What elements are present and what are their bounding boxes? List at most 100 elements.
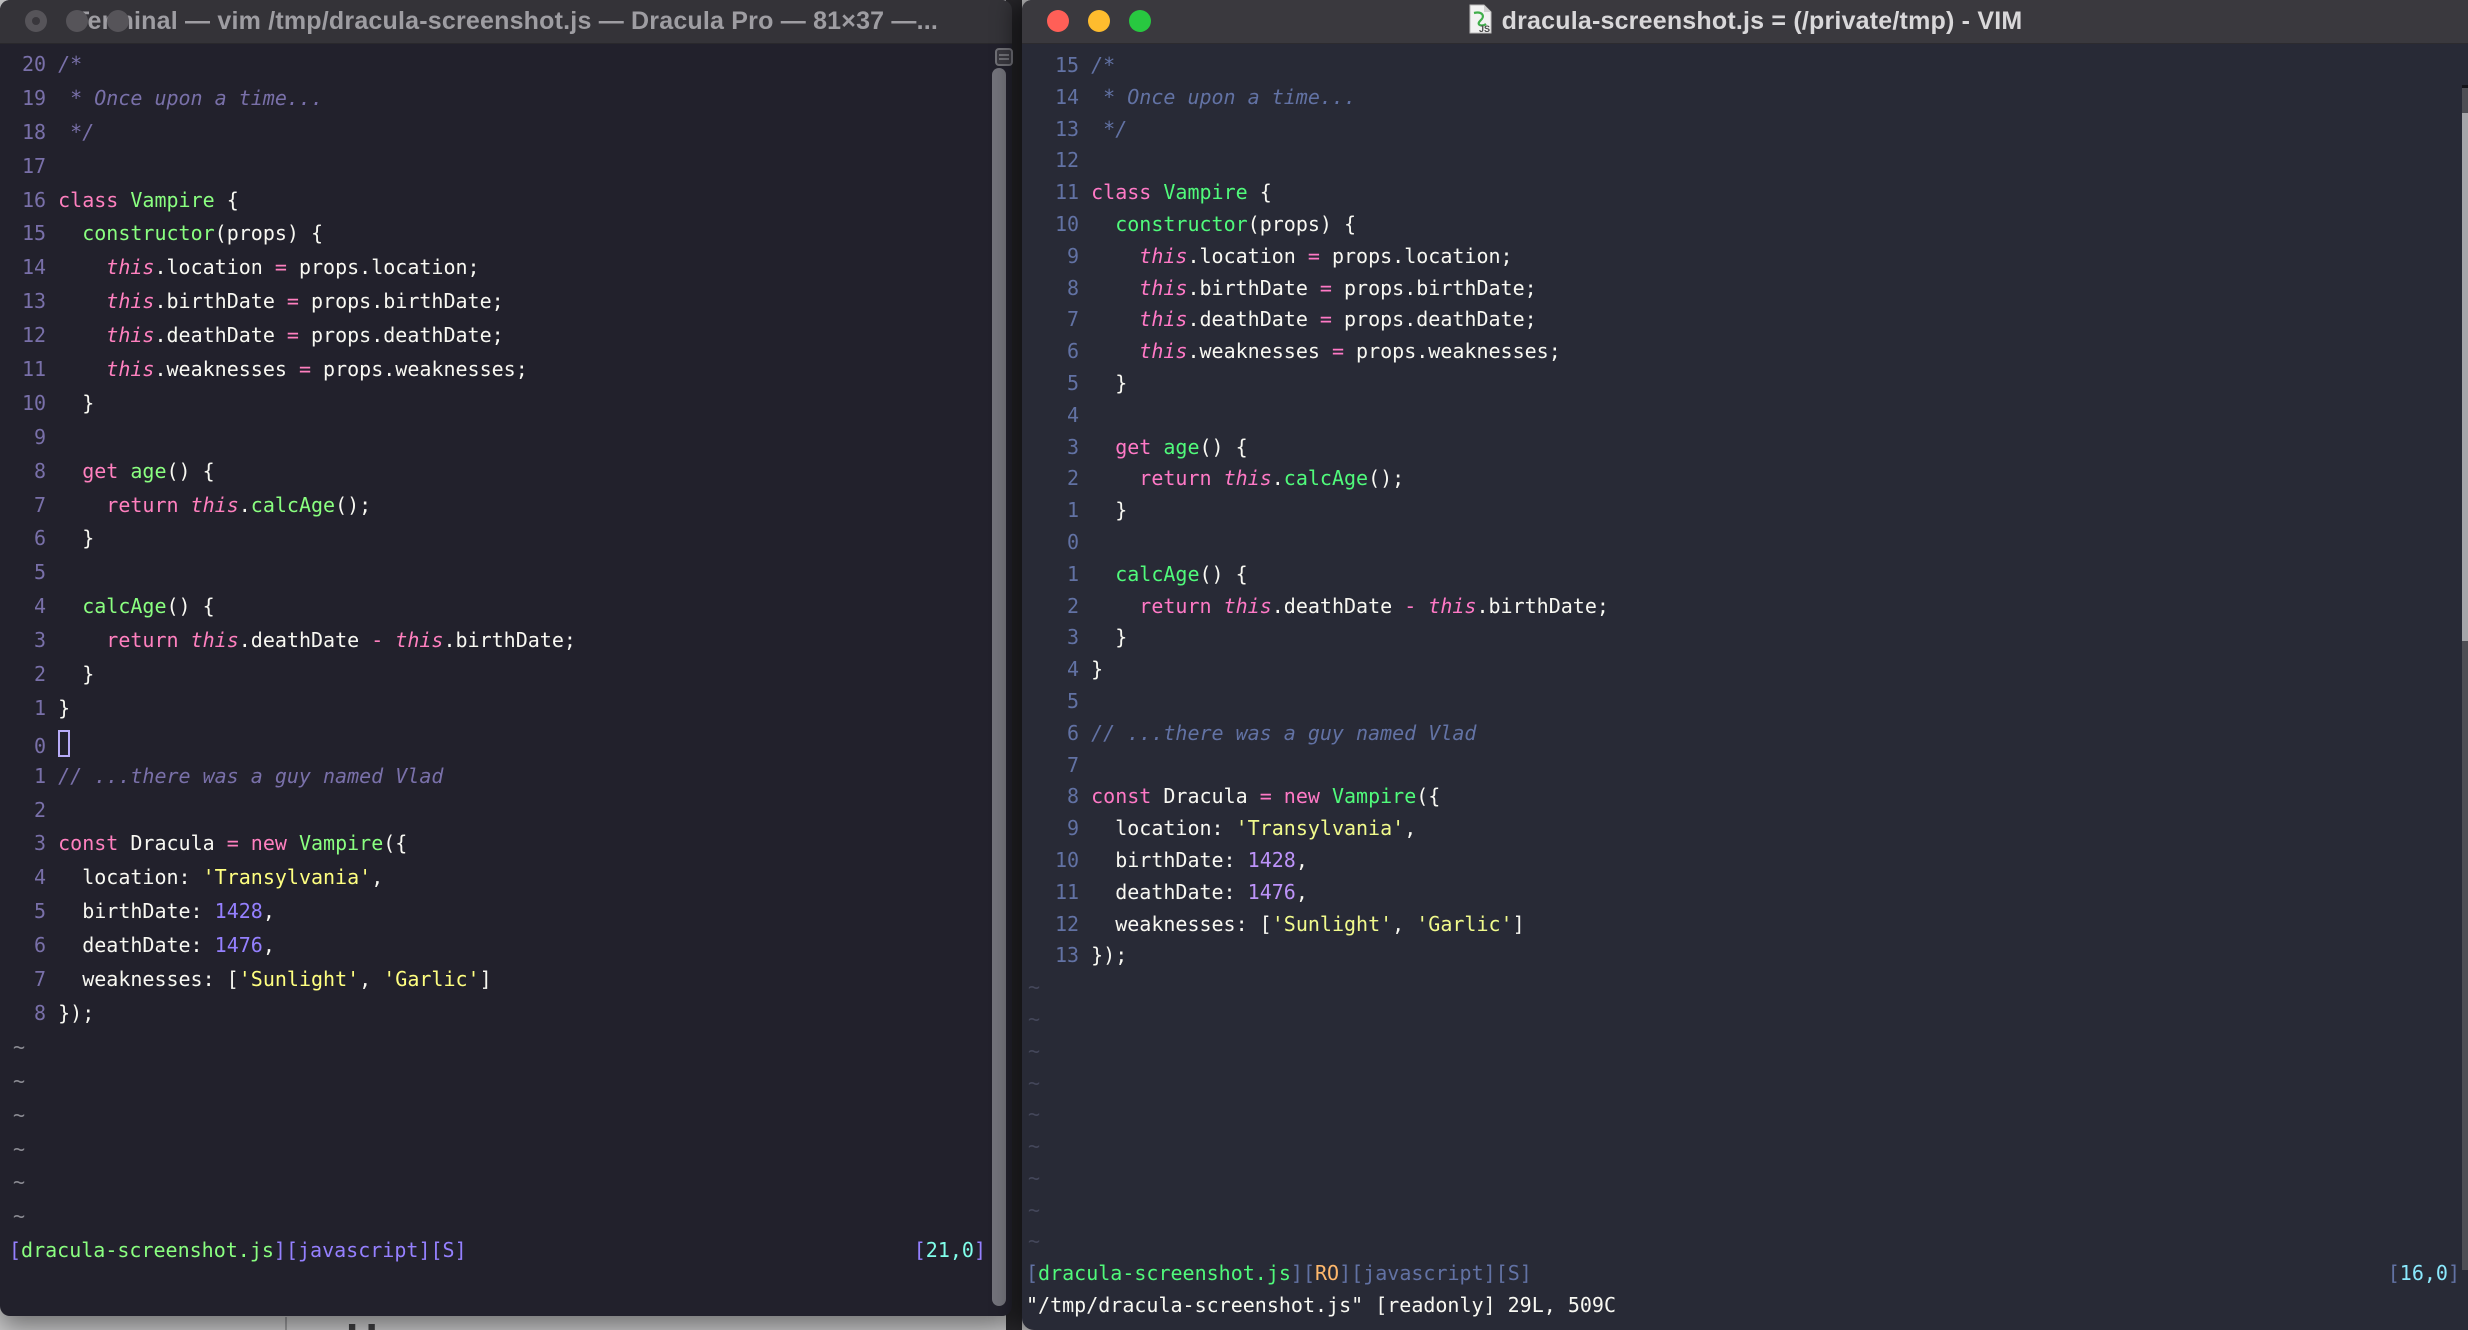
- code-line[interactable]: 11 class Vampire {: [1022, 177, 2468, 209]
- macvim-titlebar[interactable]: JS dracula-screenshot.js = (/private/tmp…: [1022, 0, 2468, 44]
- code-line[interactable]: 10 }: [0, 387, 1012, 421]
- line-number: 4: [1067, 657, 1080, 682]
- line-number: 2: [34, 797, 47, 822]
- zoom-button[interactable]: [107, 10, 129, 32]
- code-text: return this.deathDate - this.birthDate;: [1091, 594, 1609, 618]
- code-line[interactable]: 6 }: [0, 522, 1012, 556]
- code-line[interactable]: 13});: [1022, 940, 2468, 972]
- code-line[interactable]: 3 const Dracula = new Vampire({: [0, 827, 1012, 861]
- code-line[interactable]: 0: [0, 726, 1012, 760]
- terminal-vim-buffer[interactable]: 20/* 19 * Once upon a time... 18 */17 16 cla…: [0, 43, 1012, 1316]
- code-line[interactable]: 5 birthDate: 1428,: [0, 895, 1012, 929]
- code-line[interactable]: 4 calcAge() {: [0, 590, 1012, 624]
- macvim-buffer[interactable]: 15/* 14 * Once upon a time... 13 */12 11 cla…: [1022, 43, 2468, 1330]
- code-line[interactable]: 17: [0, 150, 1012, 184]
- code-line[interactable]: 1 }: [1022, 495, 2468, 527]
- code-line[interactable]: 13 */: [1022, 114, 2468, 146]
- code-line[interactable]: 2 }: [0, 658, 1012, 692]
- code-line[interactable]: 8 const Dracula = new Vampire({: [1022, 781, 2468, 813]
- code-line[interactable]: 14 this.location = props.location;: [0, 251, 1012, 285]
- token: 'Garlic': [1416, 911, 1513, 936]
- code-line[interactable]: 3 }: [1022, 622, 2468, 654]
- code-line[interactable]: 5: [0, 556, 1012, 590]
- code-line[interactable]: 5: [1022, 686, 2468, 718]
- close-button[interactable]: [1047, 10, 1069, 32]
- split-pane-icon[interactable]: [995, 48, 1013, 66]
- code-line[interactable]: 7 weaknesses: ['Sunlight', 'Garlic']: [0, 963, 1012, 997]
- code-line[interactable]: 10 constructor(props) {: [1022, 209, 2468, 241]
- code-line[interactable]: 7: [1022, 750, 2468, 782]
- code-line[interactable]: 11 this.weaknesses = props.weaknesses;: [0, 353, 1012, 387]
- code-line[interactable]: 9: [0, 421, 1012, 455]
- code-line[interactable]: 16 class Vampire {: [0, 184, 1012, 218]
- zoom-button[interactable]: [1129, 10, 1151, 32]
- code-line[interactable]: 12 weaknesses: ['Sunlight', 'Garlic']: [1022, 909, 2468, 941]
- code-line[interactable]: 9 location: 'Transylvania',: [1022, 813, 2468, 845]
- empty-buffer-line: ~: [0, 1099, 1012, 1133]
- terminal-scrollbar[interactable]: [992, 68, 1006, 1306]
- code-text: */: [1091, 117, 1127, 141]
- close-button[interactable]: [25, 10, 47, 32]
- code-line[interactable]: 4}: [1022, 654, 2468, 686]
- minimize-button[interactable]: [1088, 10, 1110, 32]
- code-line[interactable]: 1 calcAge() {: [1022, 559, 2468, 591]
- token: ]: [454, 1238, 467, 1263]
- code-line[interactable]: 9 this.location = props.location;: [1022, 241, 2468, 273]
- minimize-button[interactable]: [66, 10, 88, 32]
- code-line[interactable]: 15 constructor(props) {: [0, 217, 1012, 251]
- code-line[interactable]: 12 this.deathDate = props.deathDate;: [0, 319, 1012, 353]
- code-line[interactable]: 5 }: [1022, 368, 2468, 400]
- code-line[interactable]: 0: [1022, 527, 2468, 559]
- code-line[interactable]: 3 get age() {: [1022, 432, 2468, 464]
- token: ]: [973, 1238, 986, 1263]
- code-line[interactable]: 12: [1022, 145, 2468, 177]
- code-line[interactable]: 4: [1022, 400, 2468, 432]
- token: 'Sunlight': [1271, 911, 1393, 936]
- line-number: 18: [22, 119, 47, 144]
- code-line[interactable]: 1}: [0, 692, 1012, 726]
- code-line[interactable]: 13 this.birthDate = props.birthDate;: [0, 285, 1012, 319]
- empty-buffer-line: ~: [0, 1166, 1012, 1200]
- token: */: [58, 119, 95, 144]
- code-line[interactable]: 1 // ...there was a guy named Vlad: [0, 760, 1012, 794]
- code-line[interactable]: 8 get age() {: [0, 455, 1012, 489]
- code-line[interactable]: 2 return this.deathDate - this.birthDate…: [1022, 591, 2468, 623]
- token: this: [106, 255, 155, 280]
- code-line[interactable]: 2 return this.calcAge();: [1022, 463, 2468, 495]
- code-line[interactable]: 4 location: 'Transylvania',: [0, 861, 1012, 895]
- token: this: [1139, 307, 1188, 332]
- code-line[interactable]: 6 this.weaknesses = props.weaknesses;: [1022, 336, 2468, 368]
- code-line[interactable]: 7 return this.calcAge();: [0, 489, 1012, 523]
- code-line[interactable]: 6 deathDate: 1476,: [0, 929, 1012, 963]
- token: () {: [166, 458, 215, 483]
- line-number: 1: [34, 763, 47, 788]
- line-number: 10: [1055, 847, 1080, 872]
- macvim-scrollbar[interactable]: [2462, 113, 2468, 641]
- code-line[interactable]: 18 */: [0, 116, 1012, 150]
- code-line[interactable]: 14 * Once upon a time...: [1022, 82, 2468, 114]
- token: return: [1139, 466, 1212, 491]
- code-line[interactable]: 19 * Once upon a time...: [0, 82, 1012, 116]
- code-line[interactable]: 2: [0, 794, 1012, 828]
- code-line[interactable]: 15 /*: [1022, 50, 2468, 82]
- code-line[interactable]: 6 // ...there was a guy named Vlad: [1022, 718, 2468, 750]
- tilde-marker: ~: [13, 1068, 26, 1093]
- code-line[interactable]: 10 birthDate: 1428,: [1022, 845, 2468, 877]
- code-line[interactable]: 20 /*: [0, 48, 1012, 82]
- token: ();: [335, 492, 372, 517]
- code-line[interactable]: 11 deathDate: 1476,: [1022, 877, 2468, 909]
- terminal-titlebar[interactable]: Terminal — vim /tmp/dracula-screenshot.j…: [0, 0, 1012, 44]
- code-line[interactable]: 7 this.deathDate = props.deathDate;: [1022, 304, 2468, 336]
- token: new: [250, 831, 287, 856]
- code-line[interactable]: 8});: [0, 997, 1012, 1031]
- token: 1428: [1247, 847, 1296, 872]
- code-line[interactable]: 3 return this.deathDate - this.birthDate…: [0, 624, 1012, 658]
- line-number: 4: [34, 594, 47, 619]
- code-line[interactable]: 8 this.birthDate = props.birthDate;: [1022, 273, 2468, 305]
- js-file-icon[interactable]: JS: [1468, 4, 1492, 39]
